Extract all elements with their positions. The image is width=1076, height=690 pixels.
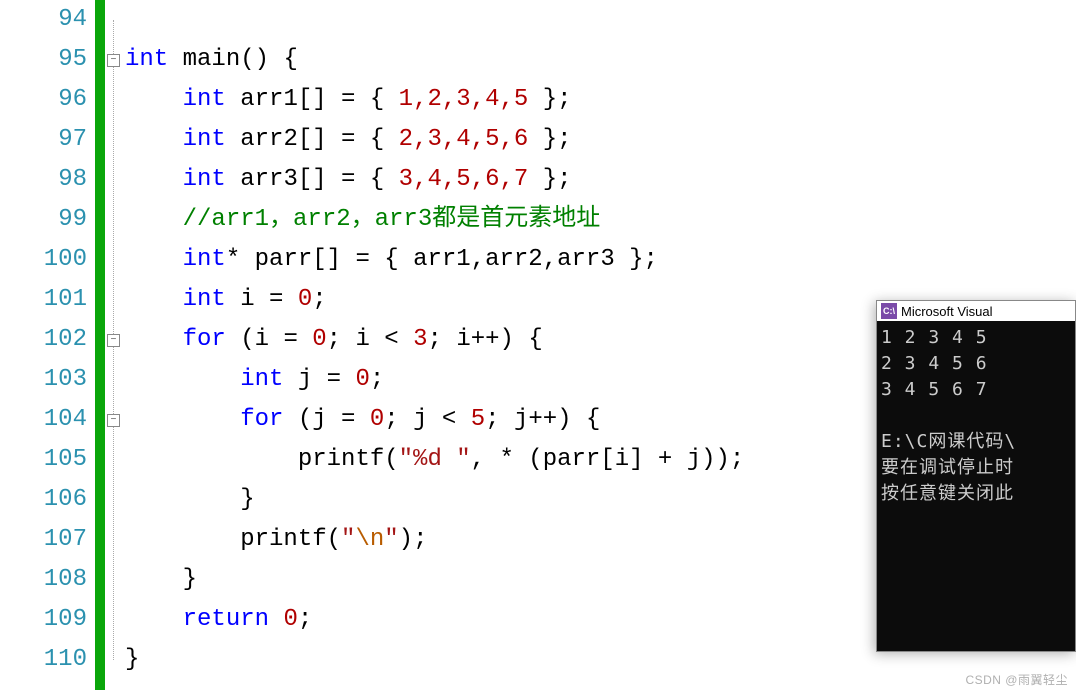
- console-output: 1 2 3 4 5 2 3 4 5 6 3 4 5 6 7 E:\C网课代码\ …: [877, 321, 1075, 651]
- line-number: 95: [0, 40, 87, 80]
- output-row: 3 4 5 6 7: [881, 379, 988, 400]
- code-line[interactable]: int main() {: [125, 40, 1076, 80]
- output-row: 1 2 3 4 5: [881, 327, 988, 348]
- line-number: 96: [0, 80, 87, 120]
- line-number: 109: [0, 600, 87, 640]
- console-title-text: Microsoft Visual: [901, 304, 993, 319]
- code-line[interactable]: int arr2[] = { 2,3,4,5,6 };: [125, 120, 1076, 160]
- output-path: E:\C网课代码\: [881, 431, 1016, 452]
- line-number: 94: [0, 0, 87, 40]
- line-number: 110: [0, 640, 87, 680]
- fold-toggle-icon[interactable]: −: [107, 54, 120, 67]
- line-gutter: 94 95 96 97 98 99 100 101 102 103 104 10…: [0, 0, 95, 690]
- line-number: 97: [0, 120, 87, 160]
- vs-icon: C:\: [881, 303, 897, 319]
- fold-column: − − −: [105, 0, 125, 690]
- code-line[interactable]: int arr3[] = { 3,4,5,6,7 };: [125, 160, 1076, 200]
- fold-toggle-icon[interactable]: −: [107, 334, 120, 347]
- line-number: 103: [0, 360, 87, 400]
- comment: //arr1，arr2，arr3都是首元素地址: [183, 206, 601, 233]
- line-number: 102: [0, 320, 87, 360]
- output-msg: 要在调试停止时: [881, 457, 1014, 478]
- output-msg: 按任意键关闭此: [881, 483, 1014, 504]
- code-line[interactable]: int arr1[] = { 1,2,3,4,5 };: [125, 80, 1076, 120]
- line-number: 107: [0, 520, 87, 560]
- fold-toggle-icon[interactable]: −: [107, 414, 120, 427]
- console-window[interactable]: C:\ Microsoft Visual 1 2 3 4 5 2 3 4 5 6…: [876, 300, 1076, 652]
- code-line[interactable]: [125, 0, 1076, 40]
- line-number: 105: [0, 440, 87, 480]
- line-number: 101: [0, 280, 87, 320]
- line-number: 99: [0, 200, 87, 240]
- line-number: 98: [0, 160, 87, 200]
- line-number: 106: [0, 480, 87, 520]
- console-titlebar[interactable]: C:\ Microsoft Visual: [877, 301, 1075, 321]
- code-line[interactable]: //arr1，arr2，arr3都是首元素地址: [125, 200, 1076, 240]
- line-number: 100: [0, 240, 87, 280]
- watermark: CSDN @雨翼轻尘: [965, 671, 1068, 688]
- code-line[interactable]: int* parr[] = { arr1,arr2,arr3 };: [125, 240, 1076, 280]
- keyword-int: int: [125, 46, 168, 73]
- identifier-main: main: [183, 46, 241, 73]
- line-number: 104: [0, 400, 87, 440]
- line-number: 108: [0, 560, 87, 600]
- output-row: 2 3 4 5 6: [881, 353, 988, 374]
- change-indicator: [95, 0, 105, 690]
